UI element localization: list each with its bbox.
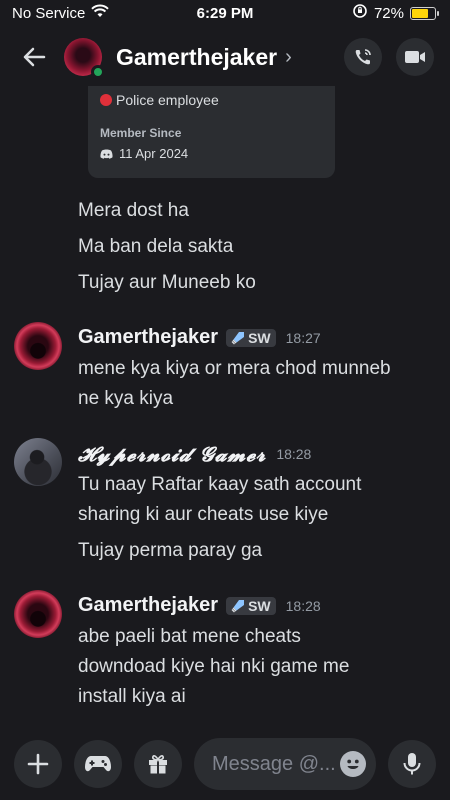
server-tag-label: SW [248, 329, 271, 346]
message-text: Tujay aur Muneeb ko [78, 272, 256, 293]
message-text: Ma ban dela sakta [78, 236, 234, 257]
avatar[interactable] [14, 322, 62, 370]
message-text: Tu naay Raftar kaay sath account [78, 474, 362, 495]
message-input[interactable] [212, 752, 340, 776]
message-text: sharing ki aur cheats use kiye [78, 504, 329, 525]
online-status-indicator [91, 65, 105, 79]
gamepad-icon [85, 756, 111, 772]
screen-lock-rotation-icon [352, 3, 368, 23]
discord-icon [100, 149, 113, 159]
carrier-label: No Service [12, 4, 86, 22]
chat-header: Gamerthejaker › [0, 28, 450, 86]
wifi-icon [91, 4, 110, 22]
add-attachment-button[interactable] [14, 740, 62, 788]
message-text: Tujay perma paray ga [78, 540, 263, 561]
gift-icon [149, 755, 167, 774]
video-call-button[interactable] [396, 38, 434, 76]
battery-percent: 72% [373, 4, 404, 22]
battery-level [412, 8, 428, 18]
header-title[interactable]: Gamerthejaker [116, 44, 277, 71]
member-since-label: Member Since [100, 126, 182, 140]
back-button[interactable] [16, 39, 52, 75]
chevron-right-icon[interactable]: › [285, 46, 292, 69]
message-header: Gamerthejaker SW 18:27 [78, 326, 321, 349]
message-composer [0, 728, 450, 800]
sword-icon [231, 331, 245, 344]
emoji-icon[interactable] [340, 751, 366, 777]
message-text: downdoad kiye hai nki game me [78, 656, 350, 677]
status-right: 72% [352, 3, 439, 23]
message-text: abe paeli bat mene cheats [78, 626, 301, 647]
plus-icon [27, 753, 49, 775]
header-actions [344, 38, 434, 76]
profile-card: Police employee Member Since 11 Apr 2024 [88, 86, 335, 178]
message-header: Gamerthejaker SW 18:28 [78, 594, 321, 617]
video-call-icon [405, 51, 425, 63]
message-text: Mera dost ha [78, 200, 189, 221]
role-badge: Police employee [100, 92, 323, 108]
member-since-date: 11 Apr 2024 [119, 146, 189, 161]
server-tag-label: SW [248, 597, 271, 614]
message-time: 18:28 [276, 446, 312, 462]
role-label: Police employee [116, 92, 219, 108]
gift-button[interactable] [134, 740, 182, 788]
voice-call-icon [355, 49, 371, 65]
avatar[interactable] [14, 438, 62, 486]
author-name[interactable]: Gamerthejaker [78, 326, 218, 349]
message-time: 18:27 [285, 329, 321, 346]
status-left: No Service [12, 4, 110, 22]
avatar[interactable] [14, 590, 62, 638]
header-avatar[interactable] [64, 38, 105, 79]
status-bar: No Service 6:29 PM 72% [0, 0, 450, 26]
message-text: mene kya kiya or mera chod munneb [78, 358, 391, 379]
microphone-icon [403, 753, 421, 775]
server-tag[interactable]: SW [226, 328, 276, 347]
member-since-row: 11 Apr 2024 [100, 146, 323, 161]
role-color-dot [100, 94, 112, 106]
message-input-container[interactable] [194, 738, 376, 790]
author-name[interactable]: Gamerthejaker [78, 594, 218, 617]
message-header: 𝓗𝔂𝓹𝓮𝓻𝓷𝓸𝓲𝓭 𝓖𝓪𝓶𝓮𝓻 18:28 [78, 442, 311, 466]
sword-icon [231, 599, 245, 612]
message-text: ne kya kiya [78, 388, 174, 409]
server-tag[interactable]: SW [226, 596, 276, 615]
message-time: 18:28 [285, 597, 321, 614]
activities-button[interactable] [74, 740, 122, 788]
voice-call-button[interactable] [344, 38, 382, 76]
battery-icon [410, 6, 439, 20]
back-arrow-icon [23, 47, 46, 67]
voice-message-button[interactable] [388, 740, 436, 788]
message-text: install kiya ai [78, 686, 186, 707]
author-name[interactable]: 𝓗𝔂𝓹𝓮𝓻𝓷𝓸𝓲𝓭 𝓖𝓪𝓶𝓮𝓻 [78, 442, 266, 466]
